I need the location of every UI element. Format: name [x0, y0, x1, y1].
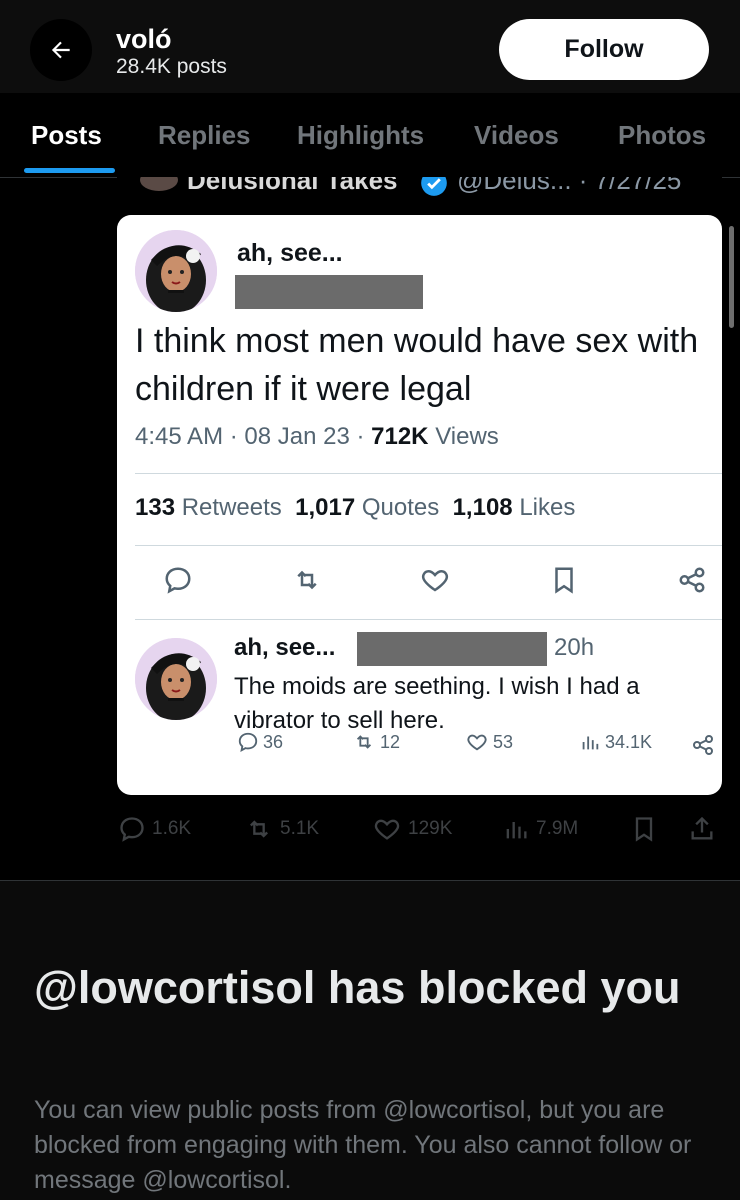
redaction-bar [235, 275, 423, 309]
reply-replies-count: 36 [263, 731, 284, 752]
arrow-left-icon [51, 41, 70, 59]
bookmark-icon[interactable] [630, 815, 658, 843]
tab-highlights[interactable]: Highlights [297, 120, 424, 151]
divider [135, 545, 722, 546]
heart-icon [421, 569, 449, 592]
bookmark-icon [555, 567, 573, 594]
bar-chart-icon [506, 822, 527, 839]
likes-label: Likes [519, 494, 576, 521]
retweet-icon [297, 570, 317, 590]
retweets-label: Retweets [181, 494, 282, 521]
reply-text: The moids are seething. I wish I had a v… [234, 673, 640, 734]
reply-display-name: ah, see... [234, 634, 336, 661]
avatar [140, 177, 178, 191]
avatar-illustration-icon [135, 230, 217, 312]
post-count: 28.4K posts [116, 55, 227, 78]
replies-count: 1.6K [152, 818, 192, 839]
share-upload-icon[interactable] [688, 815, 716, 843]
verified-badge-icon [421, 177, 447, 196]
share-icon [693, 735, 713, 755]
scrollbar[interactable] [729, 226, 734, 328]
heart-icon [467, 734, 487, 751]
quotes-count: 1,017 [295, 494, 356, 521]
reply-icon [238, 732, 258, 752]
quotes-label: Quotes [361, 494, 440, 521]
outer-author-name: Delusional Takes [187, 177, 398, 195]
redaction-bar [357, 632, 547, 666]
back-button[interactable] [30, 19, 92, 81]
retweet-icon [356, 735, 372, 749]
post-media-image[interactable]: Delusional Takes @Delus... · 7/27/25 ah,… [117, 177, 722, 797]
blocked-notice: @lowcortisol has blocked you You can vie… [0, 881, 740, 1200]
reply-icon [120, 817, 144, 842]
quoted-tweet-meta: 4:45 AM · 08 Jan 23 · 712K Views [135, 423, 499, 450]
views-count: 7.9M [536, 818, 579, 839]
profile-tabs: Posts Replies Highlights Videos Photos [0, 93, 740, 178]
share-icon [679, 567, 705, 593]
views-label: Views [435, 423, 499, 450]
bar-chart-icon [582, 736, 599, 750]
tab-photos[interactable]: Photos [618, 120, 706, 151]
retweets-count: 133 [135, 494, 176, 521]
avatar [135, 230, 217, 312]
tab-replies[interactable]: Replies [158, 120, 251, 151]
reply-button[interactable]: 1.6K [118, 815, 191, 843]
profile-header: voló 28.4K posts Follow [0, 0, 740, 93]
active-tab-indicator [24, 168, 115, 173]
views-count: 712K [371, 423, 429, 450]
repost-icon [250, 820, 268, 838]
reposts-count: 5.1K [280, 818, 320, 839]
like-count: 53 [465, 731, 513, 753]
reply-count: 36 [237, 731, 283, 753]
avatar [135, 638, 217, 720]
divider [135, 473, 722, 474]
tweet-time: 4:45 AM [135, 423, 224, 450]
quoted-tweet-stats: 133 Retweets 1,017 Quotes 1,108 Likes [135, 494, 575, 522]
outer-handle-date: @Delus... · 7/27/25 [457, 177, 682, 195]
views-count: 34.1K [579, 731, 652, 753]
quoted-tweet-card: ah, see... I think most men would have s… [117, 215, 722, 795]
likes-count: 129K [408, 818, 453, 839]
reply-time: 20h [554, 634, 595, 661]
reply-likes-count: 53 [493, 731, 514, 752]
post-action-bar: 1.6K 5.1K 129K 7.9M [0, 815, 740, 845]
reply-icon [165, 567, 191, 594]
tab-videos[interactable]: Videos [474, 120, 559, 151]
profile-name: voló [116, 24, 172, 54]
blocked-title: @lowcortisol has blocked you [34, 962, 681, 1013]
repost-button[interactable]: 5.1K [244, 815, 319, 843]
quoted-tweet-text: I think most men would have sex with chi… [135, 322, 699, 408]
reply-views-count: 34.1K [605, 731, 653, 752]
blocked-description: You can view public posts from @lowcorti… [34, 1096, 692, 1194]
follow-button[interactable]: Follow [499, 19, 709, 80]
quoted-display-name: ah, see... [237, 239, 343, 267]
heart-icon [374, 819, 400, 840]
divider [135, 619, 722, 620]
like-button[interactable]: 129K [372, 815, 452, 843]
views-button[interactable]: 7.9M [502, 815, 578, 843]
reply-retweets-count: 12 [380, 731, 401, 752]
tab-posts[interactable]: Posts [31, 120, 102, 151]
tweet-date: 08 Jan 23 [244, 423, 350, 450]
retweet-count: 12 [352, 731, 400, 753]
avatar-illustration-icon [135, 638, 217, 720]
cut-tweet-header: Delusional Takes @Delus... · 7/27/25 [117, 177, 722, 213]
likes-count: 1,108 [452, 494, 513, 521]
